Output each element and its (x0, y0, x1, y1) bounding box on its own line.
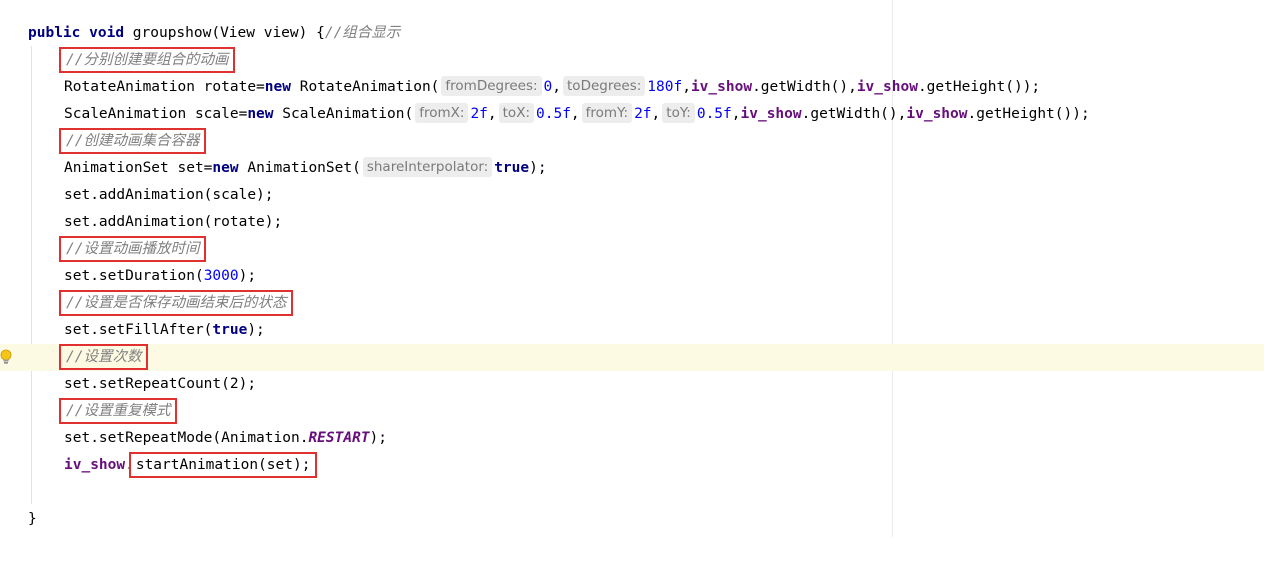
code-line-12[interactable]: set.setFillAfter(true); (0, 317, 1264, 344)
field-reference: iv_show (740, 106, 802, 122)
statement-end: ); (238, 268, 257, 284)
keyword-public: public (28, 25, 81, 41)
method-call: set.setRepeatMode(Animation. (64, 430, 309, 446)
parameter-hint: fromX: (415, 103, 469, 123)
keyword-true: true (494, 160, 530, 176)
method-call: .getHeight()); (917, 79, 1041, 95)
highlighted-comment: //设置动画播放时间 (58, 236, 207, 262)
separator: , (731, 106, 741, 122)
line-content: set.addAnimation(rotate); (64, 214, 283, 230)
number-literal: 3000 (203, 268, 239, 284)
code-line-15[interactable]: //设置重复模式 (0, 398, 1264, 425)
code-line-18[interactable] (0, 479, 1264, 506)
method-call: .getWidth(), (752, 79, 857, 95)
parameter-hint: fromY: (581, 103, 633, 123)
statement-end: ); (529, 160, 547, 176)
number-literal: 2f (470, 106, 488, 122)
separator: , (570, 106, 580, 122)
parameter-hint: toDegrees: (563, 76, 646, 96)
line-content: //设置次数 (58, 344, 149, 371)
line-content: set.setRepeatCount(2); (64, 376, 257, 392)
parameter-hint: toX: (498, 103, 534, 123)
separator: , (552, 79, 562, 95)
statement-end: ); (369, 430, 388, 446)
separator: , (682, 79, 691, 95)
constant-reference: RESTART (308, 430, 370, 446)
constructor: AnimationSet( (238, 160, 361, 176)
highlighted-comment: //分别创建要组合的动画 (58, 47, 236, 73)
declaration: AnimationSet set= (64, 160, 213, 176)
line-content: set.addAnimation(scale); (64, 187, 274, 203)
code-editor[interactable]: public void groupshow(View view) {//组合显示… (0, 0, 1264, 537)
code-line-17[interactable]: iv_show. startAnimation(set); (0, 452, 1264, 479)
number-literal: 0.5f (536, 106, 571, 122)
code-line-3[interactable]: RotateAnimation rotate=new RotateAnimati… (0, 74, 1264, 101)
code-line-11[interactable]: //设置是否保存动画结束后的状态 (0, 290, 1264, 317)
line-content: set.setFillAfter(true); (64, 317, 265, 344)
keyword-void: void (89, 25, 125, 41)
line-content: ScaleAnimation scale=new ScaleAnimation(… (64, 101, 1090, 128)
constructor: ScaleAnimation( (273, 106, 414, 122)
highlighted-comment: //创建动画集合容器 (58, 128, 207, 154)
code-line-1[interactable]: public void groupshow(View view) {//组合显示 (0, 20, 1264, 47)
code-line-19[interactable]: } (0, 506, 1264, 533)
code-line-8[interactable]: set.addAnimation(rotate); (0, 209, 1264, 236)
code-line-10[interactable]: set.setDuration(3000); (0, 263, 1264, 290)
keyword-new: new (247, 106, 274, 122)
parameter-hint: shareInterpolator: (362, 157, 493, 177)
separator: , (651, 106, 661, 122)
comment: //组合显示 (324, 25, 401, 41)
line-content: set.setDuration(3000); (64, 263, 256, 290)
declaration: ScaleAnimation scale= (64, 106, 248, 122)
code-line-4[interactable]: ScaleAnimation scale=new ScaleAnimation(… (0, 101, 1264, 128)
parameter-hint: toY: (662, 103, 695, 123)
code-line-2[interactable]: //分别创建要组合的动画 (0, 47, 1264, 74)
line-content: //创建动画集合容器 (58, 128, 207, 155)
separator: . (125, 457, 134, 473)
line-content: public void groupshow(View view) {//组合显示 (28, 20, 400, 47)
code-line-14[interactable]: set.setRepeatCount(2); (0, 371, 1264, 398)
lightbulb-icon[interactable] (0, 349, 12, 365)
line-content: //设置是否保存动画结束后的状态 (58, 290, 294, 317)
number-literal: 2f (634, 106, 652, 122)
code-line-6[interactable]: AnimationSet set=new AnimationSet(shareI… (0, 155, 1264, 182)
keyword-new: new (264, 79, 291, 95)
line-content: set.setRepeatMode(Animation.RESTART); (64, 425, 387, 452)
method-signature: groupshow(View view) { (124, 25, 325, 41)
code-line-9[interactable]: //设置动画播放时间 (0, 236, 1264, 263)
highlighted-comment: //设置是否保存动画结束后的状态 (58, 290, 294, 316)
method-call: .getHeight()); (967, 106, 1090, 122)
highlighted-method-call: startAnimation(set); (128, 452, 318, 478)
statement-end: ); (247, 322, 265, 338)
constructor: RotateAnimation( (291, 79, 440, 95)
highlighted-comment: //设置重复模式 (58, 398, 178, 424)
line-content: //分别创建要组合的动画 (58, 47, 236, 74)
line-content: AnimationSet set=new AnimationSet(shareI… (64, 155, 547, 182)
code-line-7[interactable]: set.addAnimation(scale); (0, 182, 1264, 209)
line-content: //设置动画播放时间 (58, 236, 207, 263)
keyword-new: new (212, 160, 239, 176)
declaration: RotateAnimation rotate= (64, 79, 265, 95)
method-call: .getWidth(), (801, 106, 907, 122)
line-content: iv_show. startAnimation(set); (64, 452, 318, 479)
parameter-hint: fromDegrees: (441, 76, 542, 96)
separator: , (487, 106, 497, 122)
number-literal: 0.5f (696, 106, 732, 122)
closing-brace: } (28, 511, 37, 527)
code-line-13[interactable]: //设置次数 (0, 344, 1264, 371)
keyword-true: true (212, 322, 248, 338)
line-content: //设置重复模式 (58, 398, 178, 425)
code-line-5[interactable]: //创建动画集合容器 (0, 128, 1264, 155)
method-call: set.setDuration( (64, 268, 204, 284)
field-reference: iv_show (690, 79, 753, 95)
field-reference: iv_show (64, 457, 126, 473)
field-reference: iv_show (856, 79, 918, 95)
number-literal: 0 (543, 79, 553, 95)
field-reference: iv_show (906, 106, 968, 122)
method-call: set.setFillAfter( (64, 322, 213, 338)
line-content: RotateAnimation rotate=new RotateAnimati… (64, 74, 1040, 101)
highlighted-comment: //设置次数 (58, 344, 149, 370)
code-line-16[interactable]: set.setRepeatMode(Animation.RESTART); (0, 425, 1264, 452)
number-literal: 180f (647, 79, 683, 95)
